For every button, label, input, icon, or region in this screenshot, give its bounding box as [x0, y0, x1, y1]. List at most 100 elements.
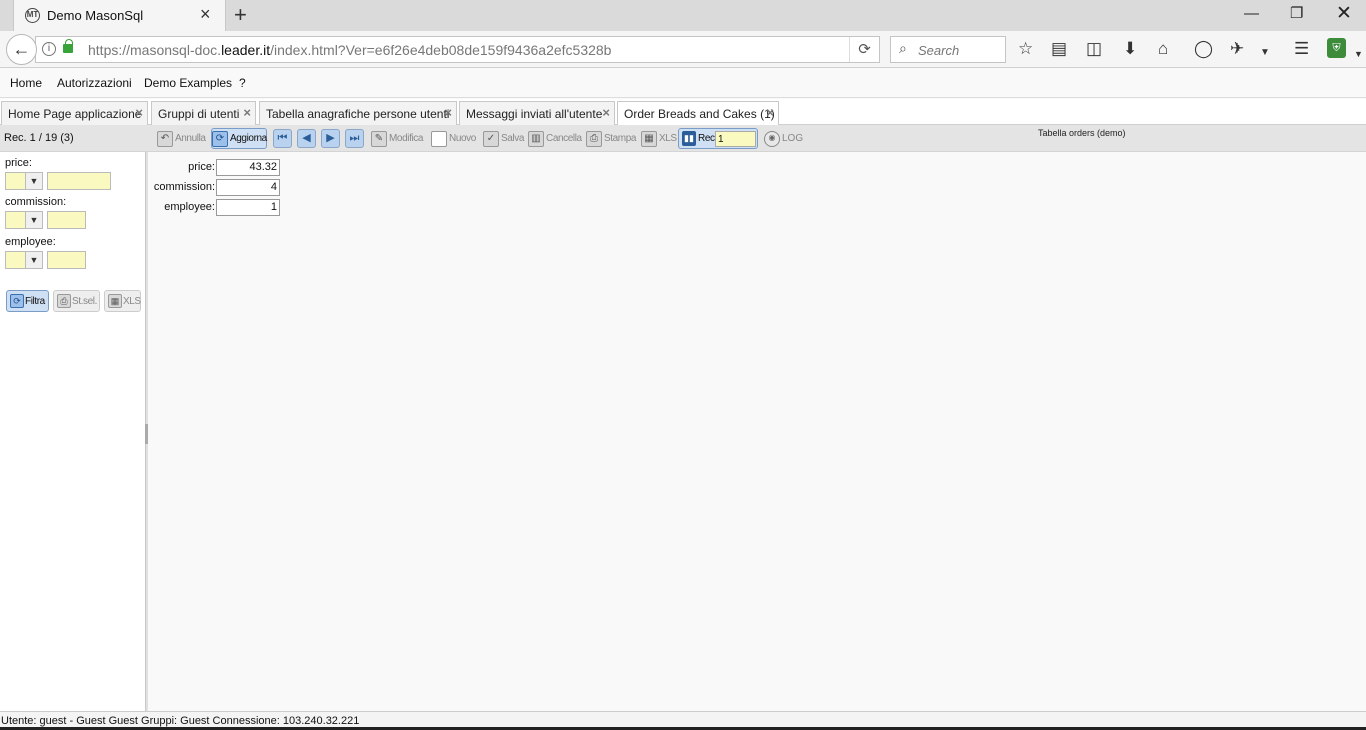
browser-tab-title: Demo MasonSql [47, 8, 144, 23]
tab-label: Order Breads and Cakes (1) [624, 107, 775, 121]
record-count: Rec. 1 / 19 (3) [4, 132, 74, 144]
filter-employee-label: employee: [5, 236, 56, 248]
table-title: Tabella orders (demo) [1038, 128, 1126, 138]
aggiorna-button[interactable]: ⟳ Aggiorna [211, 128, 267, 149]
lock-icon[interactable] [63, 39, 73, 53]
print-icon: ⎙ [57, 294, 71, 308]
filter-employee-input[interactable] [47, 251, 86, 269]
tab-home-page[interactable]: Home Page applicazione × [1, 101, 148, 125]
undo-icon: ↶ [157, 131, 173, 147]
filter-price-operator[interactable]: ▼ [5, 172, 43, 190]
tab-label: Messaggi inviati all'utente [466, 107, 603, 121]
reload-icon[interactable]: ⟳ [849, 37, 879, 62]
record-number-input[interactable] [715, 131, 756, 147]
chevron-down-icon: ▼ [25, 252, 42, 268]
bookmark-star-icon[interactable]: ☆ [1018, 39, 1033, 59]
filter-xls-button[interactable]: ▦ XLS [104, 290, 141, 312]
filter-panel: price: ▼ commission: ▼ employee: ▼ ⟳ Fil… [0, 152, 146, 711]
commission-field[interactable]: 4 [216, 179, 280, 196]
chevron-down-icon: ▼ [25, 212, 42, 228]
previous-record-icon[interactable]: ◀ [297, 129, 316, 148]
close-icon[interactable]: × [243, 105, 251, 120]
refresh-icon: ⟳ [10, 294, 24, 308]
filter-price-input[interactable] [47, 172, 111, 190]
tab-anagrafiche[interactable]: Tabella anagrafiche persone utenti × [259, 101, 457, 125]
url-text[interactable]: https://masonsql-doc.leader.it/index.htm… [88, 42, 611, 58]
spreadsheet-icon: ▦ [108, 294, 122, 308]
record-jump[interactable]: ▮▮ Rec. [678, 128, 758, 149]
first-record-icon[interactable]: ⏮ [273, 129, 292, 148]
browser-nav-bar: i https://masonsql-doc.leader.it/index.h… [0, 31, 1366, 68]
status-text: Utente: guest - Guest Guest Gruppi: Gues… [1, 715, 360, 727]
stsel-button[interactable]: ⎙ St.sel. [53, 290, 100, 312]
nuovo-button[interactable]: Nuovo [431, 129, 477, 150]
reading-list-icon[interactable]: ▤ [1051, 39, 1067, 59]
tab-label: Tabella anagrafiche persone utenti [266, 107, 450, 121]
filter-commission-label: commission: [5, 196, 67, 208]
menu-help[interactable]: ? [239, 76, 246, 90]
minimize-window-icon[interactable]: — [1244, 4, 1259, 24]
modifica-button[interactable]: ✎ Modifica [371, 129, 425, 150]
menu-autorizzazioni[interactable]: Autorizzazioni [57, 76, 132, 90]
search-box[interactable]: ⌕ Search [890, 36, 1006, 63]
refresh-icon: ⟳ [212, 131, 228, 147]
close-icon[interactable]: × [602, 105, 610, 120]
close-icon[interactable]: × [766, 105, 774, 120]
record-icon: ▮▮ [682, 131, 696, 146]
record-toolbar: Rec. 1 / 19 (3) ↶ Annulla ⟳ Aggiorna ⏮ ◀… [0, 125, 1366, 152]
xls-button[interactable]: ▦ XLS [641, 129, 677, 150]
menu-demo-examples[interactable]: Demo Examples [144, 76, 232, 90]
last-record-icon[interactable]: ⏭ [345, 129, 364, 148]
filter-commission-input[interactable] [47, 211, 86, 229]
annulla-button[interactable]: ↶ Annulla [157, 129, 207, 150]
restore-window-icon[interactable]: ❐ [1290, 4, 1303, 24]
close-tab-icon[interactable]: × [200, 4, 211, 24]
chat-icon[interactable]: ◯ [1194, 39, 1213, 59]
salva-button[interactable]: ✓ Salva [483, 129, 524, 150]
stampa-button[interactable]: ⎙ Stampa [586, 129, 636, 150]
price-label: price: [188, 161, 215, 173]
new-document-icon [431, 131, 447, 147]
edit-icon: ✎ [371, 131, 387, 147]
download-icon[interactable]: ⬇ [1123, 39, 1137, 59]
close-icon[interactable]: × [444, 105, 452, 120]
filter-employee-operator[interactable]: ▼ [5, 251, 43, 269]
new-tab-icon[interactable]: + [234, 3, 247, 27]
pocket-icon[interactable]: ◫ [1086, 39, 1102, 59]
log-icon: ◉ [764, 131, 780, 147]
browser-tab-strip: MT Demo MasonSql × + — ❐ ✕ [0, 0, 1366, 31]
save-icon: ✓ [483, 131, 499, 147]
menu-home[interactable]: Home [10, 76, 42, 90]
extension-chevron-icon[interactable]: ▼ [1354, 44, 1363, 64]
next-record-icon[interactable]: ▶ [321, 129, 340, 148]
tab-messaggi[interactable]: Messaggi inviati all'utente × [459, 101, 615, 125]
print-icon: ⎙ [586, 131, 602, 147]
info-icon[interactable]: i [42, 42, 56, 56]
browser-tab[interactable]: MT Demo MasonSql × [13, 0, 226, 31]
spreadsheet-icon: ▦ [641, 131, 657, 147]
cancella-button[interactable]: ▥ Cancella [528, 129, 582, 150]
employee-label: employee: [164, 201, 215, 213]
close-window-icon[interactable]: ✕ [1336, 4, 1352, 24]
tab-order-breads[interactable]: Order Breads and Cakes (1) × [617, 101, 779, 125]
filter-commission-operator[interactable]: ▼ [5, 211, 43, 229]
chevron-down-icon: ▼ [25, 173, 42, 189]
search-icon: ⌕ [899, 40, 907, 56]
app-menu-bar: Home Autorizzazioni Demo Examples ? [0, 69, 1366, 98]
tab-gruppi[interactable]: Gruppi di utenti × [151, 101, 256, 125]
home-icon[interactable]: ⌂ [1158, 39, 1168, 59]
filtra-button[interactable]: ⟳ Filtra [6, 290, 49, 312]
filter-price-label: price: [5, 157, 32, 169]
record-form: price: 43.32 commission: 4 employee: 1 [148, 152, 1366, 711]
app-tab-strip: Home Page applicazione × Gruppi di utent… [0, 99, 1366, 125]
employee-field[interactable]: 1 [216, 199, 280, 216]
tab-label: Gruppi di utenti [158, 107, 240, 121]
chevron-down-icon[interactable]: ▼ [1260, 43, 1270, 63]
extension-icon[interactable]: ✈ [1230, 39, 1244, 59]
price-field[interactable]: 43.32 [216, 159, 280, 176]
shield-extension-icon[interactable]: ⛨ [1327, 38, 1346, 58]
hamburger-menu-icon[interactable]: ☰ [1294, 39, 1309, 59]
back-button[interactable]: ← [6, 34, 37, 65]
address-bar[interactable]: i https://masonsql-doc.leader.it/index.h… [35, 36, 880, 63]
close-icon[interactable]: × [135, 105, 143, 120]
